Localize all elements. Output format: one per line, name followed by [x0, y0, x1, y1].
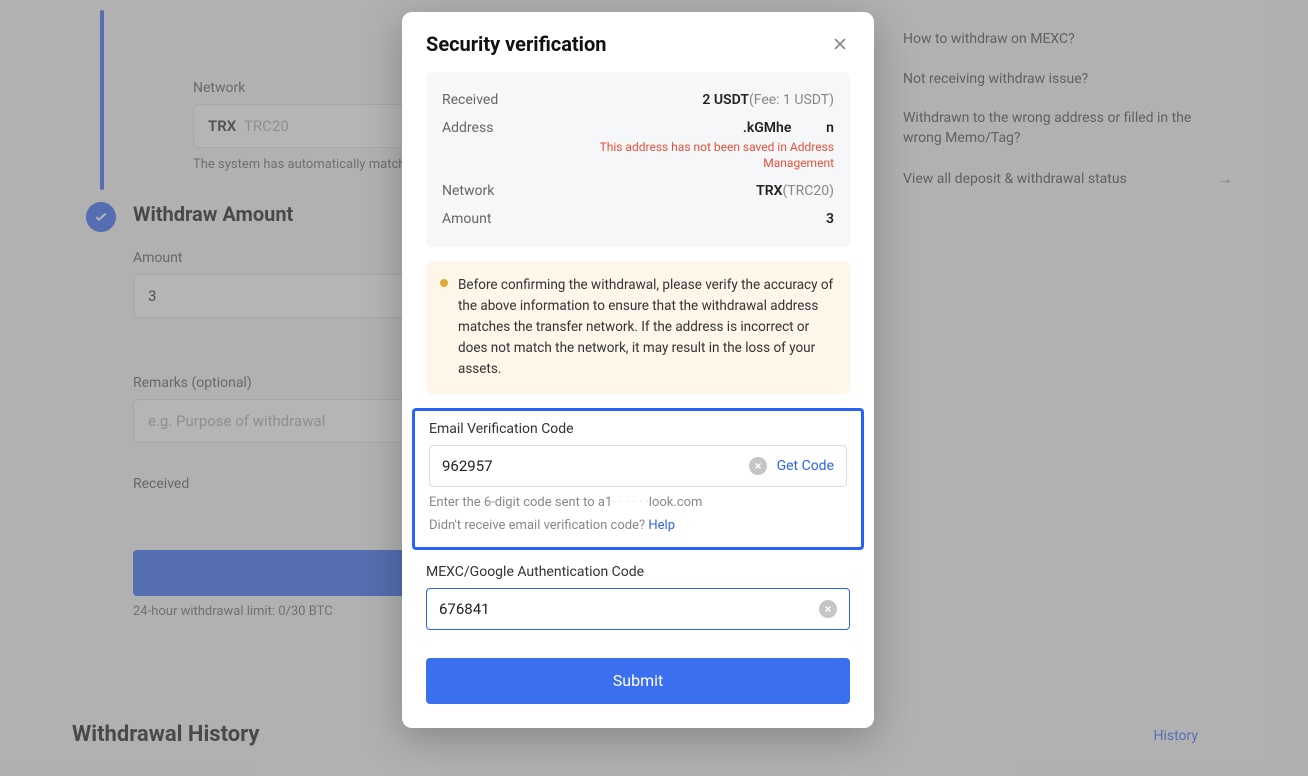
summary-network-label: Network: [442, 183, 494, 199]
summary-received-value: 2 USDT(Fee: 1 USDT): [702, 92, 834, 108]
summary-network-row: Network TRX(TRC20): [442, 177, 834, 205]
get-code-button[interactable]: Get Code: [777, 458, 834, 474]
clear-input-icon[interactable]: [819, 600, 837, 618]
modal-submit-button[interactable]: Submit: [426, 658, 850, 704]
summary-received-row: Received 2 USDT(Fee: 1 USDT): [442, 86, 834, 114]
close-icon[interactable]: [830, 34, 850, 54]
summary-amount-row: Amount 3: [442, 205, 834, 233]
summary-received-label: Received: [442, 92, 498, 108]
ga-code-label: MEXC/Google Authentication Code: [426, 564, 850, 580]
address-not-saved-warning: This address has not been saved in Addre…: [574, 140, 834, 171]
email-code-help-row: Didn't receive email verification code? …: [429, 518, 847, 533]
email-code-hint: Enter the 6-digit code sent to a1· · · ·…: [429, 495, 847, 510]
summary-address-label: Address: [442, 120, 493, 136]
summary-address-value: .kGMhe n: [574, 120, 834, 136]
modal-header: Security verification: [402, 12, 874, 72]
email-code-group: Email Verification Code Get Code Enter t…: [412, 408, 864, 550]
clear-input-icon[interactable]: [749, 457, 767, 475]
email-code-input-row: Get Code: [429, 445, 847, 487]
warning-bullet-icon: [440, 279, 448, 287]
email-code-input[interactable]: [442, 457, 749, 475]
withdrawal-summary: Received 2 USDT(Fee: 1 USDT) Address .kG…: [426, 72, 850, 247]
email-code-label: Email Verification Code: [429, 421, 847, 437]
summary-address-row: Address .kGMhe n This address has not be…: [442, 114, 834, 177]
withdrawal-warning: Before confirming the withdrawal, please…: [426, 261, 850, 394]
summary-amount-value: 3: [826, 211, 834, 227]
security-verification-modal: Security verification Received 2 USDT(Fe…: [402, 12, 874, 728]
ga-code-input[interactable]: [439, 600, 819, 618]
summary-network-value: TRX(TRC20): [756, 183, 834, 199]
summary-amount-label: Amount: [442, 211, 491, 227]
help-link[interactable]: Help: [648, 518, 675, 533]
ga-code-input-row: [426, 588, 850, 630]
warning-text: Before confirming the withdrawal, please…: [458, 277, 833, 377]
ga-code-group: MEXC/Google Authentication Code: [426, 564, 850, 630]
modal-title: Security verification: [426, 32, 606, 56]
